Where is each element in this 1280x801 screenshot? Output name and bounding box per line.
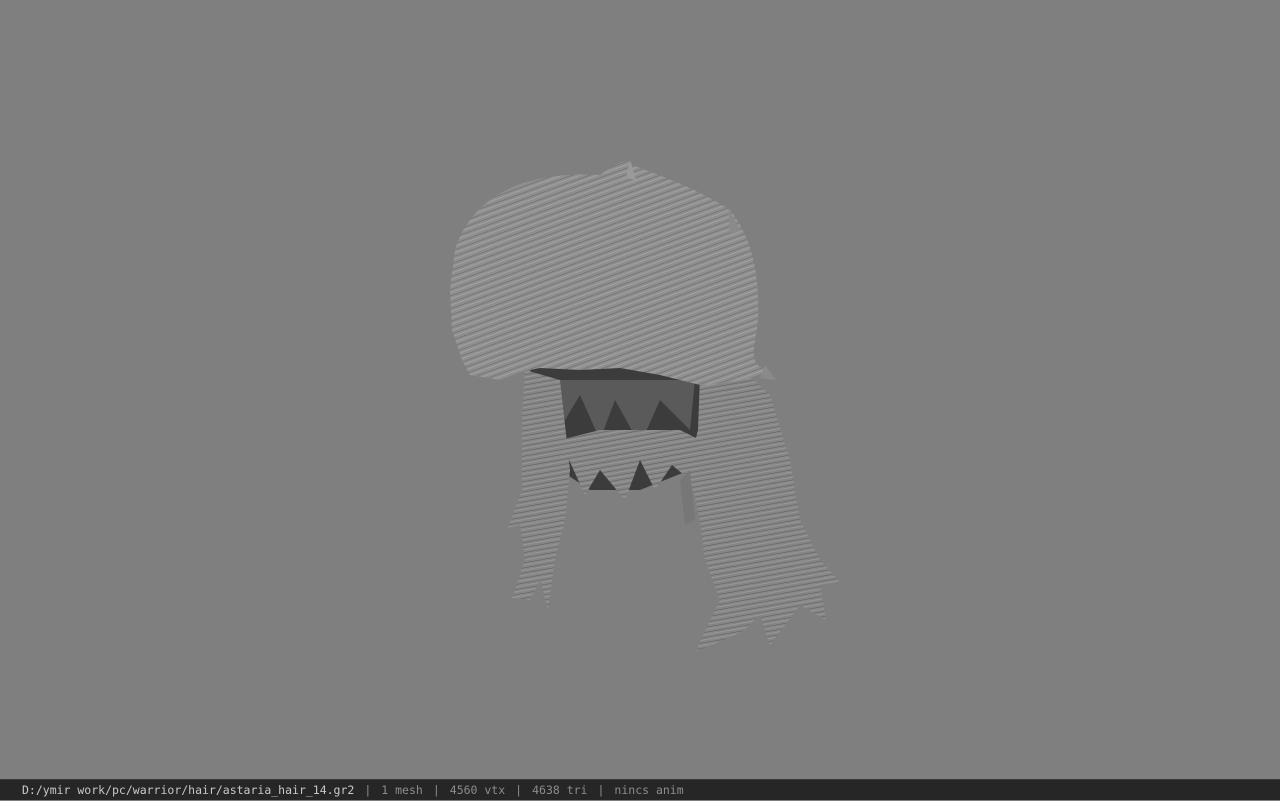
hair-crown bbox=[450, 161, 772, 385]
separator: | bbox=[515, 782, 523, 797]
separator: | bbox=[597, 782, 605, 797]
hair-right-strands bbox=[688, 372, 840, 652]
status-bar: D:/ymir work/pc/warrior/hair/astaria_hai… bbox=[0, 779, 1280, 800]
separator: | bbox=[364, 782, 372, 797]
file-path-label: D:/ymir work/pc/warrior/hair/astaria_hai… bbox=[22, 782, 355, 797]
separator: | bbox=[432, 782, 440, 797]
animation-status-label: nincs anim bbox=[614, 782, 684, 797]
triangle-count-label: 4638 tri bbox=[532, 782, 588, 797]
vertex-count-label: 4560 vtx bbox=[449, 782, 506, 797]
hair-model-render bbox=[450, 160, 840, 652]
mesh-count-label: 1 mesh bbox=[381, 782, 423, 797]
hair-left-strands bbox=[508, 370, 570, 610]
3d-viewport[interactable] bbox=[0, 0, 1280, 779]
